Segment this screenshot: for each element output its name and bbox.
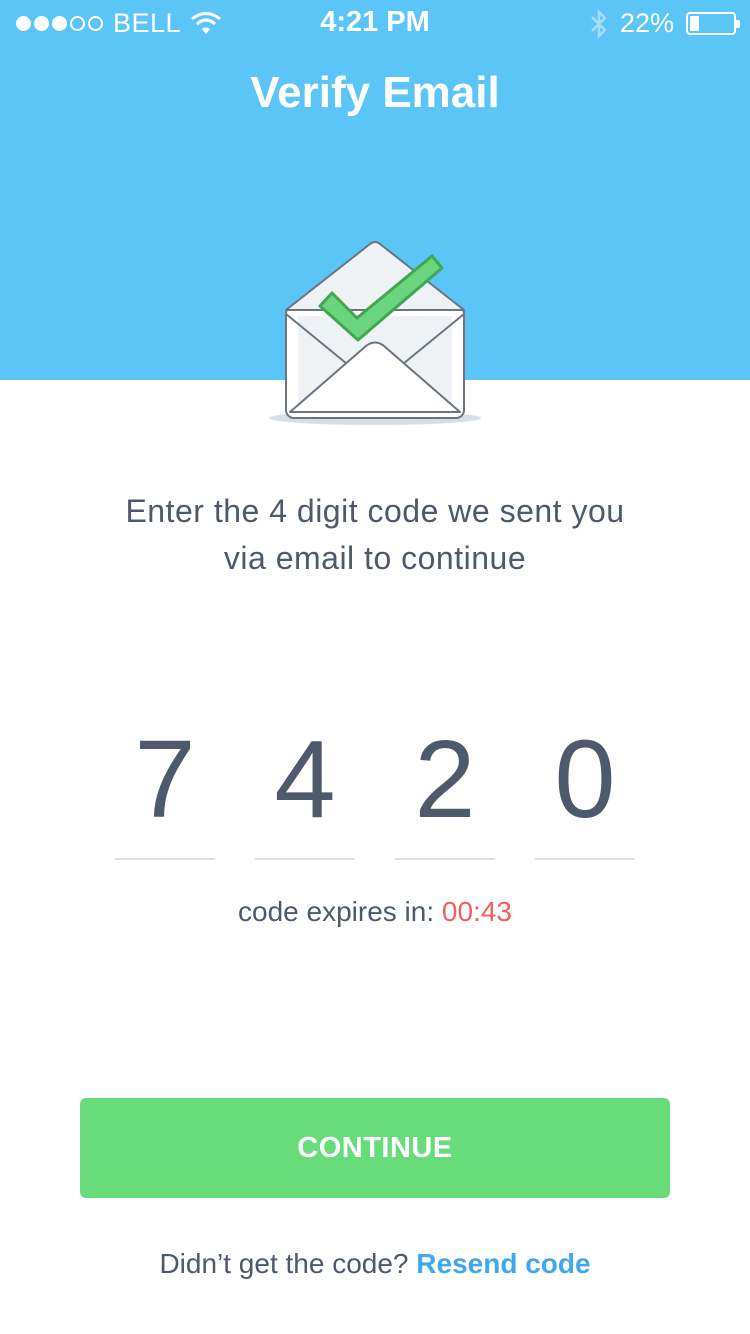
instructions: Enter the 4 digit code we sent you via e…: [60, 488, 690, 582]
instructions-line-1: Enter the 4 digit code we sent you: [125, 493, 625, 529]
expiry-timer: 00:43: [441, 896, 512, 927]
battery-icon: [686, 12, 740, 35]
code-expiry: code expires in: 00:43: [0, 896, 750, 928]
code-digit-3-underline: [395, 858, 495, 860]
code-digit-4[interactable]: 0: [535, 720, 635, 860]
code-digit-1[interactable]: 7: [115, 720, 215, 860]
expiry-label: code expires in:: [238, 896, 442, 927]
instructions-line-2: via email to continue: [223, 540, 527, 576]
continue-button[interactable]: CONTINUE: [80, 1098, 670, 1198]
status-bar: BELL 4:21 PM 22%: [0, 0, 750, 48]
code-digit-3[interactable]: 2: [395, 720, 495, 860]
resend-prompt: Didn’t get the code?: [159, 1248, 417, 1279]
resend-code-link[interactable]: Resend code: [416, 1248, 590, 1279]
page-title: Verify Email: [250, 68, 500, 117]
code-digit-1-underline: [115, 858, 215, 860]
code-digit-4-underline: [535, 858, 635, 860]
code-digit-2[interactable]: 4: [255, 720, 355, 860]
resend-row: Didn’t get the code? Resend code: [0, 1248, 750, 1280]
code-digit-2-underline: [255, 858, 355, 860]
battery-percent: 22%: [619, 8, 674, 38]
bluetooth-icon: [591, 8, 607, 39]
status-right: 22%: [590, 8, 740, 39]
envelope-checkmark-icon: [269, 241, 481, 425]
